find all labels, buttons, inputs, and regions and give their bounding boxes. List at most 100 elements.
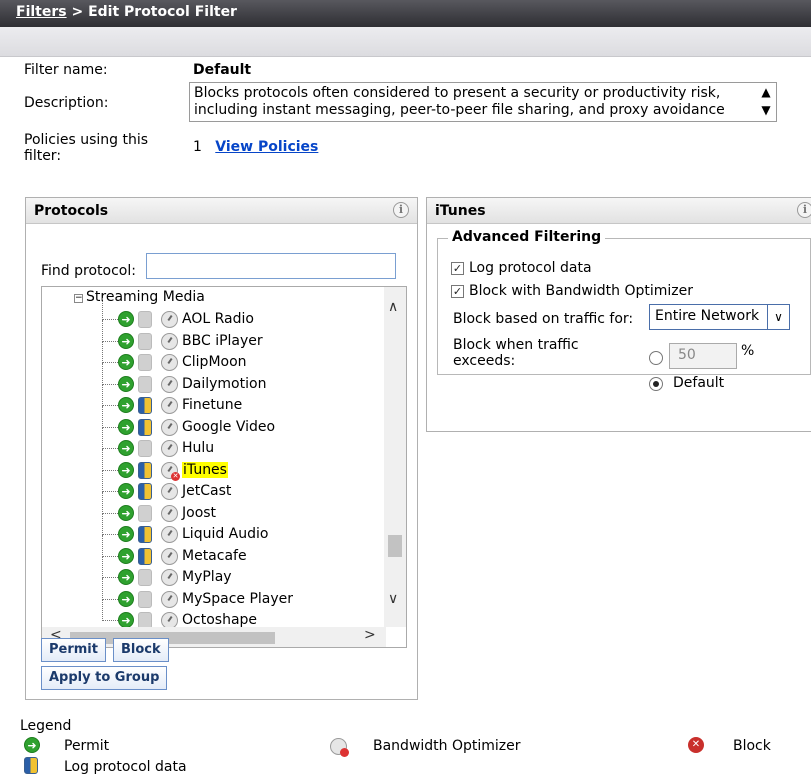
log-protocol-icon: [138, 612, 152, 627]
permit-icon: ➜: [118, 461, 134, 478]
permit-icon: ➜: [118, 418, 134, 435]
legend-log-label: Log protocol data: [64, 759, 187, 775]
tree-item-label[interactable]: MyPlay: [182, 569, 232, 585]
permit-icon: ➜: [118, 504, 134, 521]
filter-name-value: Default: [193, 62, 252, 78]
log-protocol-icon: [138, 418, 152, 436]
tree-connector: [102, 405, 118, 428]
tree-item-label[interactable]: Google Video: [182, 419, 275, 435]
apply-to-group-button[interactable]: Apply to Group: [41, 666, 168, 690]
bandwidth-optimizer-icon: [330, 738, 349, 757]
bandwidth-optimizer-icon: [161, 418, 178, 436]
permit-icon: ➜: [118, 569, 134, 585]
tree-connector: [102, 341, 118, 363]
chevron-down-icon[interactable]: ∨: [767, 305, 789, 329]
advanced-filtering-title: Advanced Filtering: [448, 229, 606, 245]
scroll-down-icon[interactable]: ∨: [388, 591, 398, 607]
scroll-up-icon[interactable]: ▲: [758, 84, 774, 100]
log-protocol-checkbox[interactable]: ✓: [451, 262, 464, 275]
scroll-right-icon[interactable]: >: [364, 627, 376, 643]
protocol-tree[interactable]: − Streaming Media ➜ AOL Radio ➜ BBC iPlayer ➜…: [41, 286, 407, 648]
tree-item-label[interactable]: MySpace Player: [182, 591, 293, 607]
percent-input[interactable]: 50: [669, 343, 737, 369]
block-button[interactable]: Block: [113, 638, 169, 662]
tree-item-label[interactable]: Joost: [182, 505, 216, 521]
tree-group-row[interactable]: − Streaming Media: [42, 287, 382, 309]
policies-label-line: filter:: [24, 148, 62, 164]
tree-item-aol-radio[interactable]: ➜ AOL Radio: [42, 298, 382, 331]
tree-item-label[interactable]: Finetune: [182, 397, 242, 413]
detail-panel-title: iTunes: [435, 203, 486, 219]
permit-icon: ➜: [118, 354, 134, 370]
log-protocol-icon: [138, 461, 152, 479]
tree-connector: [102, 298, 118, 320]
log-protocol-icon: [138, 547, 152, 565]
tree-connector: [102, 577, 118, 600]
log-protocol-icon: [138, 311, 152, 328]
tree-connector: [102, 556, 118, 578]
breadcrumb-filters-link[interactable]: Filters: [16, 4, 67, 20]
legend: Legend ➜ Permit Bandwidth Optimizer ✕ Bl…: [0, 712, 811, 775]
scroll-up-icon[interactable]: ∧: [388, 299, 398, 315]
tree-item-metacafe[interactable]: ➜ Metacafe: [42, 534, 382, 568]
tree-group[interactable]: − Streaming Media: [74, 289, 205, 305]
description-textarea[interactable]: Blocks protocols often considered to pre…: [189, 82, 777, 122]
permit-icon: ➜: [118, 547, 134, 564]
collapse-icon[interactable]: −: [74, 294, 83, 303]
scrollbar-thumb[interactable]: [388, 535, 402, 557]
tree-item-label[interactable]: JetCast: [182, 483, 231, 499]
info-icon[interactable]: i: [393, 202, 409, 218]
find-protocol-input[interactable]: [146, 253, 396, 279]
tree-item-myplay[interactable]: ➜ MyPlay: [42, 556, 382, 589]
scroll-down-icon[interactable]: ▼: [758, 102, 774, 118]
exceeds-label-line: exceeds:: [453, 353, 516, 369]
percent-unit: %: [741, 343, 755, 359]
tree-item-hulu[interactable]: ➜ Hulu: [42, 427, 382, 460]
permit-button[interactable]: Permit: [41, 638, 106, 662]
tree-item-google-video[interactable]: ➜ Google Video: [42, 405, 382, 439]
tree-item-itunes[interactable]: ➜ ✕ iTunes: [42, 448, 382, 482]
log-protocol-icon: [138, 397, 152, 414]
log-protocol-icon: [138, 332, 152, 350]
bandwidth-optimizer-checkbox[interactable]: ✓: [451, 285, 464, 298]
tree-item-label[interactable]: ClipMoon: [182, 354, 247, 370]
bandwidth-optimizer-icon: [161, 375, 178, 393]
tree-item-liquid-audio[interactable]: ➜ Liquid Audio: [42, 513, 382, 546]
info-icon[interactable]: i: [797, 202, 811, 218]
tree-item-label[interactable]: Liquid Audio: [182, 526, 268, 542]
tree-item-octoshape[interactable]: ➜ Octoshape: [42, 599, 382, 627]
traffic-for-select[interactable]: Entire Network ∨: [649, 304, 790, 330]
tree-item-bbc-iplayer[interactable]: ➜ BBC iPlayer: [42, 319, 382, 353]
tree-connector: [102, 599, 118, 621]
tree-connector: [102, 384, 118, 406]
bandwidth-optimizer-icon: [161, 612, 178, 627]
policies-label-line: Policies using this: [24, 132, 149, 148]
tree-item-label[interactable]: Hulu: [182, 440, 214, 456]
view-policies-link[interactable]: View Policies: [215, 139, 318, 155]
exceeds-label-line: Block when traffic: [453, 337, 579, 353]
legend-permit-label: Permit: [64, 738, 110, 754]
filter-name-label: Filter name:: [24, 62, 108, 78]
protocols-panel: Protocols i Find protocol: − Streaming Me…: [25, 197, 418, 700]
tree-item-label[interactable]: Metacafe: [182, 548, 247, 564]
tree-item-label[interactable]: BBC iPlayer: [182, 333, 263, 349]
tree-item-clipmoon[interactable]: ➜ ClipMoon: [42, 341, 382, 374]
tree-item-jetcast[interactable]: ➜ JetCast: [42, 470, 382, 503]
vertical-scrollbar[interactable]: ∧ ∨: [384, 287, 406, 627]
tree-item-label[interactable]: Dailymotion: [182, 376, 266, 392]
tree-item-joost[interactable]: ➜ Joost: [42, 491, 382, 525]
default-radio[interactable]: [649, 377, 663, 391]
title-bar: Filters > Edit Protocol Filter: [0, 0, 811, 27]
tree-item-label[interactable]: Octoshape: [182, 612, 257, 627]
tree-item-label[interactable]: iTunes: [182, 461, 228, 478]
tree-item-myspace-player[interactable]: ➜ MySpace Player: [42, 577, 382, 611]
bandwidth-optimizer-icon: ✕: [161, 461, 180, 481]
tree-item-dailymotion[interactable]: ➜ Dailymotion: [42, 362, 382, 396]
log-protocol-icon: [24, 757, 38, 774]
percent-radio[interactable]: [649, 351, 663, 365]
policies-count: 1: [193, 139, 202, 155]
tree-item-finetune[interactable]: ➜ Finetune: [42, 384, 382, 417]
tree-connector: [102, 319, 118, 342]
tree-item-label[interactable]: AOL Radio: [182, 311, 254, 327]
permit-icon: ➜: [118, 483, 134, 499]
